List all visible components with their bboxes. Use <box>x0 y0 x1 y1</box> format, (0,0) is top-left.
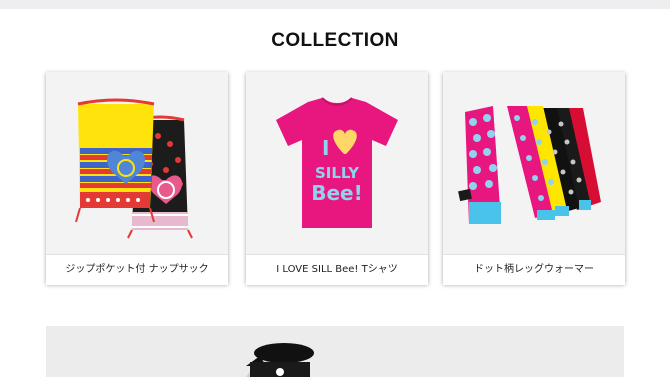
product-image-tshirt[interactable]: I SILLY Bee! <box>246 72 428 254</box>
product-name[interactable]: ジップポケット付 ナップサック <box>46 254 228 285</box>
product-card-leg-warmers[interactable]: ドット柄レッグウォーマー <box>443 72 625 285</box>
product-name[interactable]: ドット柄レッグウォーマー <box>443 254 625 285</box>
product-image-leg-warmers[interactable] <box>443 72 625 254</box>
product-card-knapsack[interactable]: ジップポケット付 ナップサック <box>46 72 228 285</box>
tshirt-print-letter: I <box>322 136 329 160</box>
tshirt-print-silly: SILLY <box>315 164 360 182</box>
tshirt-print-bee: Bee! <box>311 181 363 205</box>
hero-banner-image[interactable] <box>46 326 624 377</box>
top-bar <box>0 0 670 9</box>
product-name[interactable]: I LOVE SILL Bee! Tシャツ <box>246 254 428 285</box>
product-image-knapsack[interactable] <box>46 72 228 254</box>
section-title: COLLECTION <box>271 30 399 51</box>
product-card-tshirt[interactable]: I SILLY Bee! I LOVE SILL Bee! Tシャツ <box>246 72 428 285</box>
